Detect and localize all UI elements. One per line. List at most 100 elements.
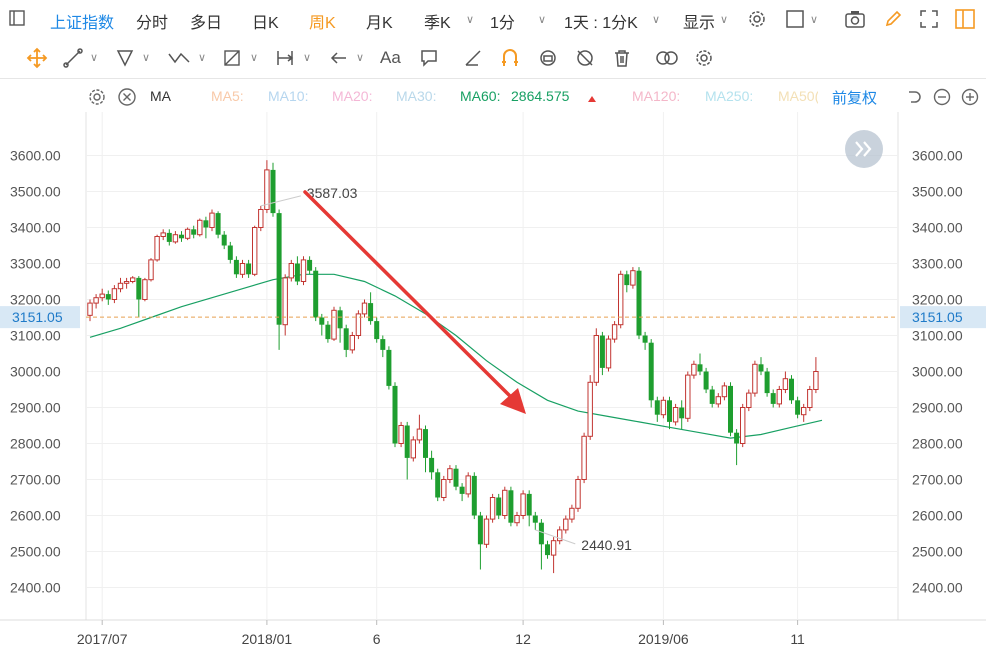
candle[interactable]: [392, 382, 398, 448]
ruler-icon[interactable]: [462, 47, 484, 69]
candle[interactable]: [764, 367, 770, 397]
candle[interactable]: [477, 511, 483, 570]
candle[interactable]: [154, 234, 160, 262]
candle[interactable]: [160, 229, 166, 241]
candle[interactable]: [746, 389, 752, 412]
candle[interactable]: [276, 209, 282, 350]
candle[interactable]: [752, 360, 758, 397]
candle[interactable]: [465, 472, 471, 498]
fullscreen-icon[interactable]: [918, 8, 940, 30]
chart-svg[interactable]: 3600.00 3500.00 3400.00 3300.00 3200.00 3100.…: [0, 112, 986, 656]
chevron-down-icon[interactable]: ∨: [720, 13, 728, 26]
candle[interactable]: [453, 465, 459, 491]
trash-icon[interactable]: [611, 47, 633, 69]
candle[interactable]: [233, 256, 239, 278]
wave-tool-icon[interactable]: [166, 47, 192, 69]
candle[interactable]: [734, 429, 740, 466]
candle[interactable]: [87, 299, 93, 322]
candle[interactable]: [672, 403, 679, 426]
candle[interactable]: [227, 241, 233, 264]
candle[interactable]: [813, 357, 819, 394]
magnet-icon[interactable]: [498, 46, 522, 70]
candle[interactable]: [105, 290, 111, 305]
candle[interactable]: [801, 403, 807, 422]
fib-tool-icon[interactable]: [221, 47, 243, 69]
candle[interactable]: [782, 371, 789, 394]
move-cross-icon[interactable]: [25, 47, 49, 69]
candle[interactable]: [691, 360, 697, 379]
chevron-down-icon[interactable]: ∨: [538, 13, 546, 26]
chevron-down-icon[interactable]: ∨: [198, 51, 206, 64]
candle[interactable]: [300, 256, 307, 286]
candle[interactable]: [410, 436, 417, 462]
candle[interactable]: [667, 396, 672, 430]
candle[interactable]: [728, 382, 733, 437]
chevron-down-icon[interactable]: ∨: [142, 51, 150, 64]
chevron-down-icon[interactable]: ∨: [810, 13, 818, 26]
candle[interactable]: [648, 339, 654, 408]
tab-period-1[interactable]: 多日: [190, 9, 222, 33]
chevron-down-icon[interactable]: ∨: [250, 51, 258, 64]
candle[interactable]: [123, 277, 130, 289]
zoom-in-icon[interactable]: [960, 86, 980, 108]
candle[interactable]: [709, 385, 715, 408]
candle[interactable]: [581, 432, 587, 484]
candle[interactable]: [636, 267, 642, 340]
candle[interactable]: [117, 277, 124, 293]
candle[interactable]: [563, 515, 569, 534]
collapse-panel-button[interactable]: [845, 130, 883, 168]
candle[interactable]: [282, 274, 288, 336]
chevron-down-icon[interactable]: ∨: [356, 51, 364, 64]
tab-period-4[interactable]: 月K: [366, 9, 393, 33]
chevron-down-icon[interactable]: ∨: [466, 13, 474, 26]
candlestick-chart[interactable]: 3600.00 3500.00 3400.00 3300.00 3200.00 3100.…: [0, 112, 986, 656]
candle[interactable]: [776, 385, 782, 408]
candle[interactable]: [184, 227, 191, 241]
candle[interactable]: [630, 267, 636, 289]
candle[interactable]: [172, 231, 179, 244]
candle[interactable]: [550, 537, 557, 574]
candle[interactable]: [605, 335, 612, 372]
candle[interactable]: [526, 490, 532, 527]
text-tool-icon[interactable]: Aa: [378, 46, 406, 68]
gear-icon[interactable]: [746, 8, 768, 30]
sidebar-toggle-icon[interactable]: [8, 9, 26, 27]
candle[interactable]: [545, 540, 550, 559]
candle[interactable]: [496, 493, 502, 520]
candle[interactable]: [361, 299, 368, 318]
display-select[interactable]: 显示: [683, 9, 715, 33]
candle[interactable]: [337, 306, 343, 343]
candle[interactable]: [148, 258, 154, 282]
candle[interactable]: [166, 229, 172, 246]
candle[interactable]: [758, 357, 764, 376]
chevron-down-icon[interactable]: ∨: [90, 51, 98, 64]
chevron-down-icon[interactable]: ∨: [652, 13, 660, 26]
tab-period-3[interactable]: 周K: [309, 9, 336, 33]
candle[interactable]: [416, 414, 423, 444]
candle[interactable]: [660, 396, 667, 419]
tab-period-2[interactable]: 日K: [252, 9, 279, 33]
candle[interactable]: [209, 209, 215, 232]
candle[interactable]: [288, 259, 295, 282]
candle[interactable]: [740, 403, 746, 448]
candle[interactable]: [386, 346, 392, 390]
candle[interactable]: [447, 465, 453, 484]
candle[interactable]: [483, 515, 490, 548]
candle[interactable]: [355, 310, 362, 340]
minute-select[interactable]: 1分: [490, 9, 515, 33]
polygon-tool-icon[interactable]: [114, 47, 136, 69]
candle[interactable]: [435, 468, 441, 502]
candle[interactable]: [380, 335, 386, 358]
candle[interactable]: [398, 421, 404, 448]
candle[interactable]: [93, 294, 99, 309]
chevron-down-icon[interactable]: ∨: [303, 51, 311, 64]
candle[interactable]: [721, 382, 728, 401]
candle[interactable]: [508, 486, 514, 527]
candle[interactable]: [514, 511, 520, 527]
zoom-out-icon[interactable]: [932, 86, 952, 108]
hide-icon[interactable]: [574, 47, 596, 69]
candle[interactable]: [685, 371, 691, 422]
measure-tool-icon[interactable]: [274, 47, 296, 69]
candle[interactable]: [502, 486, 508, 520]
undo-icon[interactable]: [904, 86, 924, 108]
